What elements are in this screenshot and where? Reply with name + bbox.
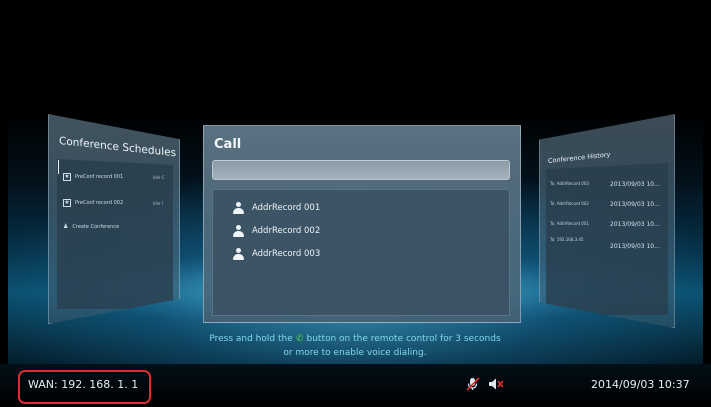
hint-text-line2: or more to enable voice dialing.	[283, 348, 427, 358]
conference-schedules-panel[interactable]: Conference Schedules ★ PreConf record 00…	[48, 114, 180, 324]
speaker-muted-icon	[489, 378, 504, 390]
contact-list: AddrRecord 001 AddrRecord 002 AddrRecord…	[212, 189, 510, 316]
history-row[interactable]: To: AddrRecord 001 2013/09/03 10...	[550, 221, 670, 228]
contact-name: AddrRecord 001	[252, 203, 321, 213]
schedule-item-status: Idle I	[153, 200, 163, 206]
conference-history-title: Conference History	[548, 150, 611, 165]
history-date: 2013/09/03 10...	[610, 201, 660, 208]
clock: 2014/09/03 10:37	[591, 378, 690, 391]
conference-room-icon: ♟	[63, 223, 69, 230]
contact-name: AddrRecord 002	[252, 226, 321, 236]
conference-history-panel[interactable]: Conference History To: AddrRecord 003 20…	[539, 114, 675, 328]
create-conference-item[interactable]: ♟ Create Conference	[63, 223, 119, 230]
star-icon: ★	[63, 173, 71, 181]
call-title: Call	[214, 137, 242, 152]
call-panel: Call AddrRecord 001 AddrRecord 002 AddrR…	[203, 125, 521, 323]
conference-schedules-title: Conference Schedules	[59, 135, 177, 160]
right-border	[703, 0, 711, 407]
conference-home-screen: Conference Schedules ★ PreConf record 00…	[0, 0, 711, 407]
wan-address: WAN: 192. 168. 1. 1	[28, 378, 139, 391]
person-icon	[233, 202, 244, 214]
contact-item[interactable]: AddrRecord 001	[233, 201, 320, 215]
conference-schedules-list	[57, 159, 173, 309]
contact-item[interactable]: AddrRecord 002	[233, 224, 320, 238]
phone-icon: ✆	[295, 334, 304, 344]
person-icon	[233, 225, 244, 237]
hint-text-start: Press and hold the	[209, 334, 293, 344]
focus-cursor	[58, 160, 59, 174]
contact-item[interactable]: AddrRecord 003	[233, 247, 320, 261]
create-conference-label: Create Conference	[72, 223, 120, 230]
history-label: To: 192.168.3.45	[550, 237, 584, 242]
schedule-item-label: PreConf record 001	[75, 174, 124, 180]
left-border	[0, 0, 8, 407]
history-row[interactable]: To: 192.168.3.45 2013/09/03 10...	[550, 237, 670, 250]
schedule-item[interactable]: ★ PreConf record 002 Idle I	[63, 199, 163, 207]
mic-muted-icon	[466, 377, 480, 391]
history-date: 2013/09/03 10...	[610, 243, 660, 250]
history-label: To: AddrRecord 003	[550, 181, 589, 186]
person-icon	[233, 248, 244, 260]
hint-text-end: button on the remote control for 3 secon…	[306, 334, 501, 344]
contact-name: AddrRecord 003	[252, 249, 321, 259]
schedule-item-label: PreConf record 002	[75, 200, 124, 206]
schedule-item-status: Idle C	[153, 174, 165, 180]
history-row[interactable]: To: AddrRecord 003 2013/09/03 10...	[550, 181, 670, 188]
history-row[interactable]: To: AddrRecord 002 2013/09/03 10...	[550, 201, 670, 208]
history-date: 2013/09/03 10...	[610, 221, 660, 228]
dial-input[interactable]	[212, 160, 510, 180]
star-icon: ★	[63, 199, 71, 207]
history-label: To: AddrRecord 002	[550, 201, 589, 206]
schedule-item[interactable]: ★ PreConf record 001 Idle C	[63, 173, 164, 181]
history-label: To: AddrRecord 001	[550, 221, 589, 226]
history-date: 2013/09/03 10...	[610, 181, 660, 188]
voice-dialing-hint: Press and hold the ✆ button on the remot…	[170, 332, 540, 360]
top-letterbox	[0, 0, 711, 8]
